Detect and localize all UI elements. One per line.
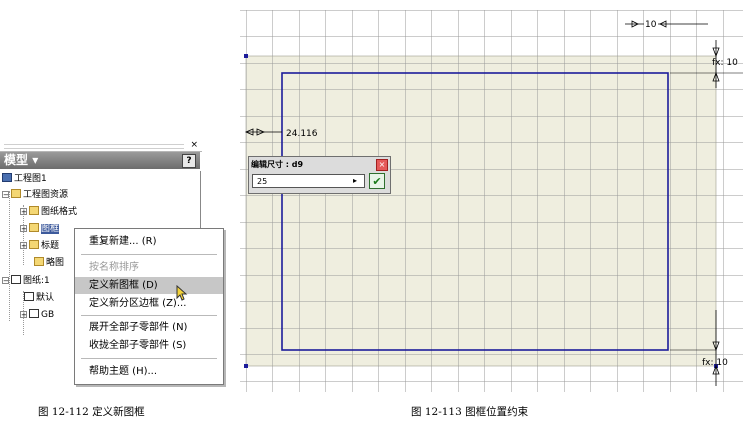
browser-title: 模型: [4, 153, 29, 167]
mouse-cursor-icon: [176, 285, 188, 301]
menu-item-collapse-all[interactable]: 收拢全部子零部件 (S): [75, 337, 223, 354]
figure-caption-right: 图 12-113 图框位置约束: [411, 406, 529, 418]
tree-item-label: 略图: [46, 258, 65, 268]
tree-item-label: 工程图1: [14, 174, 47, 184]
panel-grip[interactable]: [4, 144, 184, 149]
tree-item-label: 图框: [41, 224, 60, 234]
sketch-icon: [34, 257, 44, 266]
dimension-value-input[interactable]: 25: [252, 174, 365, 188]
checkmark-icon[interactable]: ✔: [369, 173, 385, 189]
sheet-corner-marker: [244, 364, 248, 368]
edit-dimension-dialog: 编辑尺寸 : d9 × 25 ▸ ✔: [248, 156, 391, 194]
folder-icon: [29, 206, 39, 215]
drawing-canvas[interactable]: 10 fx: 10 24.116 fx: 10: [240, 10, 743, 392]
dimension-label: 10: [645, 20, 657, 30]
help-icon[interactable]: ?: [182, 154, 196, 168]
tree-item-label: GB: [41, 310, 55, 320]
collapse-icon[interactable]: −: [2, 191, 9, 199]
menu-item-sort-by-name: 按名称排序: [89, 262, 139, 273]
browser-titlebar: 模型 ▾ ?: [0, 152, 200, 169]
tree-item-sketch-symbols[interactable]: 略图: [34, 256, 64, 270]
tree-item-borders[interactable]: + 图框: [20, 222, 60, 236]
sheet-grid: [246, 56, 716, 366]
tree-item-label: 图纸格式: [41, 207, 78, 217]
expand-icon[interactable]: +: [20, 208, 27, 216]
tree-item-title-block[interactable]: + GB: [20, 308, 54, 322]
panel-drag-bar[interactable]: ×: [0, 140, 202, 152]
titleblock-icon: [29, 309, 39, 318]
arrow-right-icon[interactable]: ▸: [353, 177, 357, 185]
close-icon[interactable]: ×: [190, 140, 198, 151]
folder-icon: [29, 223, 39, 232]
dimension-label: 24.116: [286, 129, 318, 139]
menu-separator: [81, 315, 217, 316]
border-icon: [24, 292, 34, 301]
menu-separator: [81, 358, 217, 359]
tree-item-drawing-resources[interactable]: − 工程图资源: [2, 188, 68, 202]
tree-item-label: 标题: [41, 241, 60, 251]
expand-icon[interactable]: +: [20, 311, 27, 319]
menu-item-define-new-border[interactable]: 定义新图框 (D): [75, 277, 223, 294]
tree-connector: [9, 191, 10, 321]
edit-dimension-title: 编辑尺寸 : d9: [251, 160, 304, 169]
tree-item-title-blocks[interactable]: + 标题: [20, 239, 59, 253]
context-menu: 重复新建... (R) 按名称排序 定义新图框 (D) 定义新分区边框 (Z).…: [74, 228, 224, 385]
tree-item-sheet-formats[interactable]: + 图纸格式: [20, 205, 77, 219]
dimension-label: fx: 10: [712, 58, 738, 68]
tree-item-drawing[interactable]: 工程图1: [2, 172, 47, 186]
menu-item-expand-all[interactable]: 展开全部子零部件 (N): [75, 319, 223, 336]
tree-item-label: 默认: [36, 293, 55, 303]
close-icon[interactable]: ×: [376, 159, 388, 171]
tree-item-label: 工程图资源: [23, 190, 69, 200]
sheet-icon: [11, 275, 21, 284]
drawing-svg: 10 fx: 10 24.116 fx: 10: [240, 10, 743, 392]
sheet-corner-marker: [244, 54, 248, 58]
folder-icon: [29, 240, 39, 249]
tree-item-sheet[interactable]: − 图纸:1: [2, 274, 50, 288]
menu-item-define-new-zone-border[interactable]: 定义新分区边框 (Z)...: [75, 295, 223, 312]
tree-item-default-border[interactable]: 默认: [24, 291, 54, 305]
menu-separator: [81, 254, 217, 255]
chevron-down-icon: ▾: [32, 153, 39, 167]
expand-icon[interactable]: +: [20, 225, 27, 233]
figure-caption-left: 图 12-112 定义新图框: [38, 406, 145, 418]
tree-item-label: 图纸:1: [23, 276, 50, 286]
folder-icon: [11, 189, 21, 198]
browser-title-dropdown[interactable]: 模型 ▾: [4, 152, 38, 169]
collapse-icon[interactable]: −: [2, 277, 9, 285]
drawing-icon: [2, 173, 12, 182]
menu-item-help-topics[interactable]: 帮助主题 (H)...: [75, 363, 223, 380]
expand-icon[interactable]: +: [20, 242, 27, 250]
menu-item-repeat-new[interactable]: 重复新建... (R): [75, 233, 223, 250]
dimension-label: fx: 10: [702, 358, 728, 368]
